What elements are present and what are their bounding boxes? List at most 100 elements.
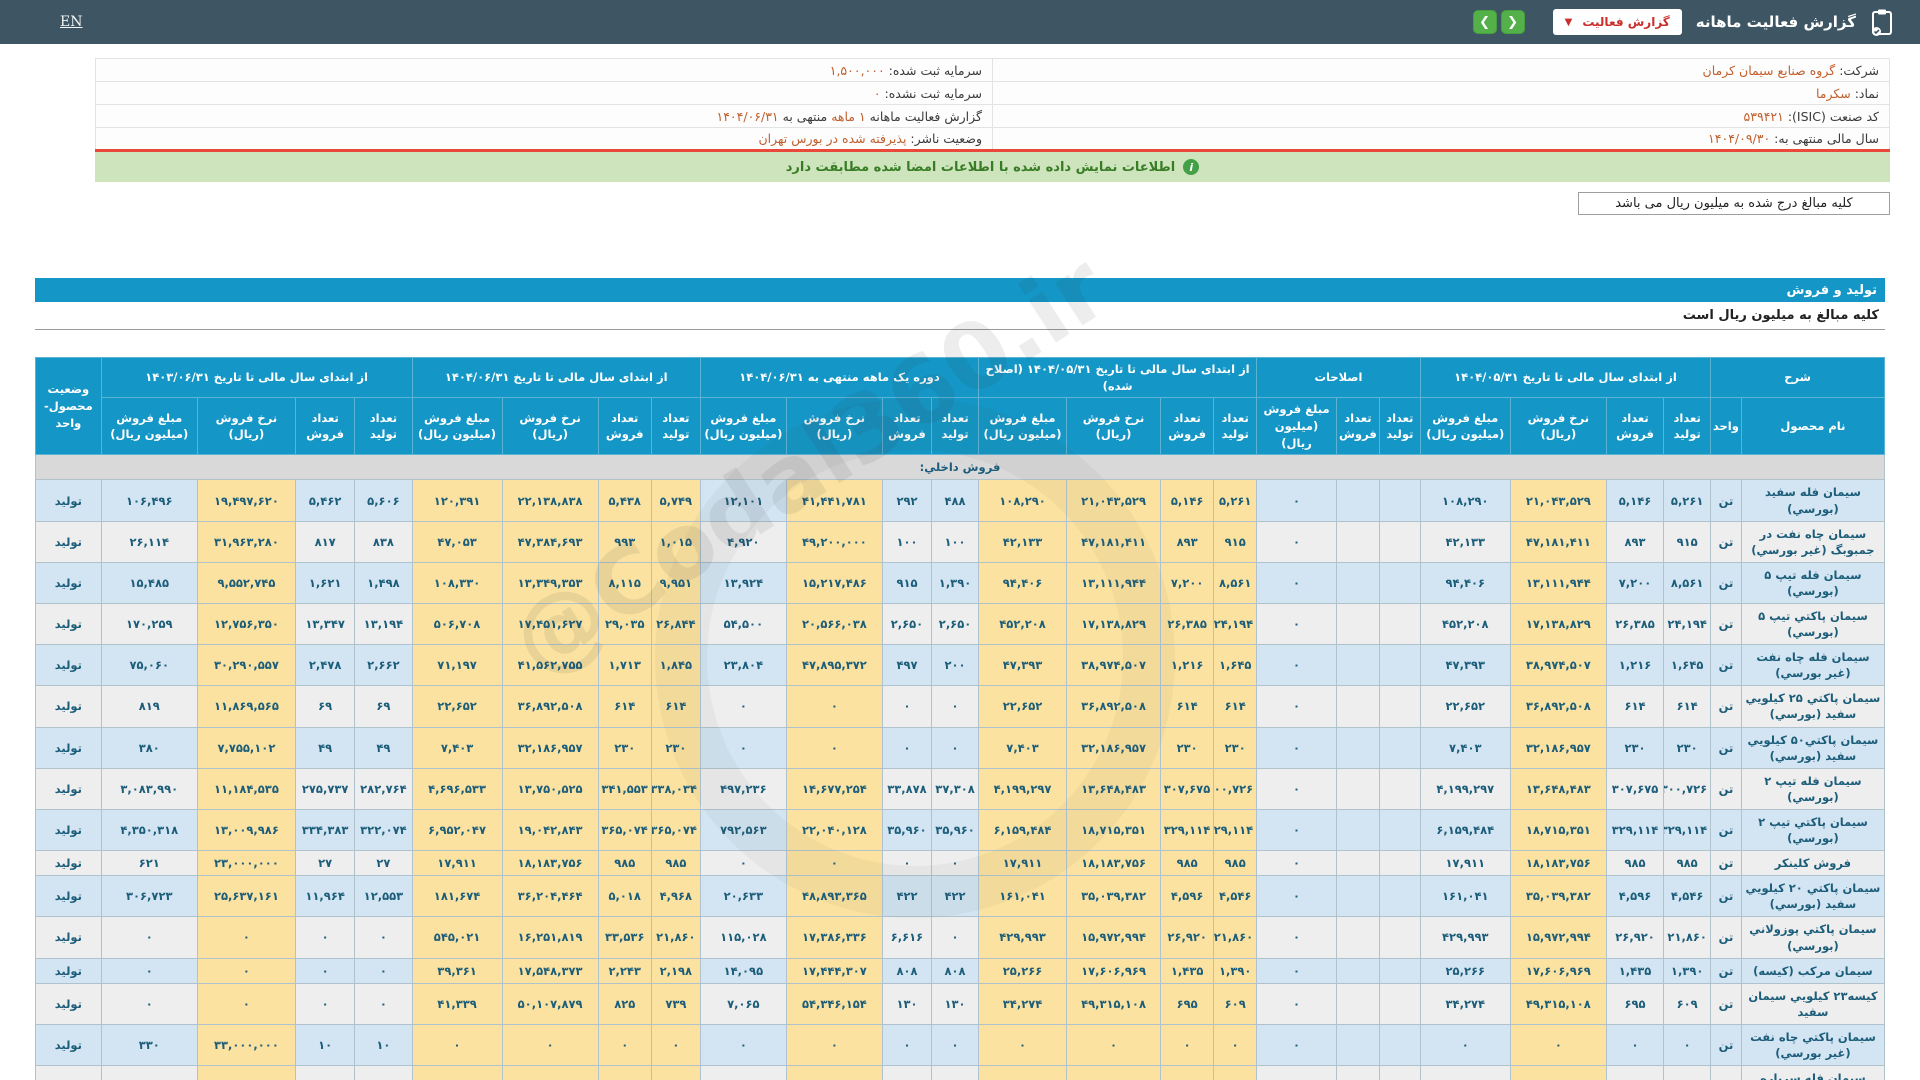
cell-b-1 — [1335, 644, 1380, 687]
cell-d-1: ۹۱۵ — [881, 561, 933, 605]
cell-f-1: ۲۷۵,۷۳۷ — [294, 767, 356, 810]
cell-a-1: ۶۹۵ — [1605, 982, 1665, 1025]
group-header-ytd-0631: از ابتدای سال مالی تا تاریخ ۱۴۰۴/۰۶/۳۱ — [411, 356, 701, 399]
product-name-cell: کیسه۲۳ کیلویي سیمان سفید — [1740, 982, 1886, 1025]
unit-cell: تن — [1710, 1065, 1742, 1080]
cell-c-3: ۴۵۲,۲۰۸ — [978, 603, 1067, 646]
cell-d-0: ۳۵,۹۶۰ — [931, 808, 980, 852]
cell-d-3: ۱۳,۹۲۴ — [699, 561, 787, 605]
cell-c-0: ۲۳۰ — [1213, 726, 1258, 769]
cell-f-3: ۳۳۰ — [100, 1023, 198, 1067]
unregistered-capital-cell: سرمایه ثبت نشده: ۰ — [95, 81, 993, 105]
cell-d-0: ۴۲۲ — [931, 875, 980, 918]
cell-d-3: ۲۰,۶۳۳ — [699, 875, 787, 918]
fiscal-year-cell: سال مالی منتهی به: ۱۴۰۴/۰۹/۳۰ — [992, 127, 1890, 151]
cell-e-0: ۶۱۴ — [650, 685, 701, 728]
unit-cell: تن — [1710, 685, 1742, 728]
column-header-product-name: نام محصول — [1740, 397, 1886, 456]
cell-f-3: ۰ — [100, 982, 198, 1025]
products-table-body: فروش داخلي: سیمان فله سفید (بورسي) تن ۵,۲۶۱… — [35, 454, 1886, 1080]
table-row: سیمان پاکتي تیپ ۲ (بورسي) تن ۳۲۹,۱۱۴ ۳۲۹,۱۱… — [35, 808, 1886, 852]
cell-d-2: ۰ — [785, 726, 883, 769]
cell-a-3: ۰ — [1419, 1023, 1511, 1067]
table-row: سیمان فله سفید (بورسي) تن ۵,۲۶۱ ۵,۱۴۶ ۲۱,۰۴۳… — [35, 479, 1886, 522]
column-header-sales-qty: تعداد فروش — [1160, 397, 1215, 456]
chevron-down-icon: ▼ — [1564, 16, 1573, 28]
status-cell: تولید — [35, 850, 102, 877]
report-type-dropdown[interactable]: گزارش فعالیت ▼ — [1552, 9, 1682, 35]
cell-c-3: ۹۴,۴۰۶ — [978, 561, 1067, 605]
cell-a-2: ۱۵,۹۷۲,۹۹۴ — [1509, 916, 1607, 959]
column-header-sales-rate: نرخ فروش (ریال) — [1509, 397, 1607, 456]
table-row: سیمان پاکتي پوزولاني (بورسي) تن ۲۱,۸۶۰ ۲۶,۹… — [35, 916, 1886, 959]
cell-c-1: ۳۰۷,۶۷۵ — [1160, 767, 1215, 810]
symbol-label: نماد: — [1854, 85, 1879, 101]
cell-e-3: ۷,۴۰۳ — [411, 726, 503, 769]
cell-c-1: ۳۶۲ — [1160, 1065, 1215, 1080]
cell-a-1: ۳۶۲ — [1605, 1065, 1665, 1080]
report-period-prefix: گزارش فعالیت ماهانه — [869, 108, 982, 124]
column-header-production-qty: تعداد تولید — [1213, 397, 1258, 456]
cell-e-3: ۱۸۱,۶۷۴ — [411, 875, 503, 918]
cell-e-1: ۸,۱۱۵ — [597, 561, 652, 605]
cell-a-3: ۲۲,۶۵۲ — [1419, 685, 1511, 728]
cell-c-0: ۹۱۵ — [1213, 520, 1258, 563]
cell-d-2: ۴۸,۸۹۳,۳۶۵ — [785, 875, 883, 918]
cell-c-3: ۱۶۱,۰۴۱ — [978, 875, 1067, 918]
cell-d-0: ۸,۲۴۰ — [931, 1065, 980, 1080]
status-cell: تولید — [35, 982, 102, 1025]
table-row: سیمان فله سرباره بورسيتن۶,۵۷۵۳۶۲۱۴,۲۵۶,۹… — [35, 1065, 1886, 1080]
nav-next-button[interactable]: ❯ — [1472, 10, 1497, 34]
cell-b-1 — [1335, 561, 1380, 605]
cell-b-2: ۰ — [1256, 767, 1337, 810]
language-toggle-en[interactable]: EN — [60, 14, 82, 30]
cell-d-3: ۰ — [699, 726, 787, 769]
cell-a-3: ۴۵۲,۲۰۸ — [1419, 603, 1511, 646]
cell-c-1: ۸۹۳ — [1160, 520, 1215, 563]
column-header-sales-rate: نرخ فروش (ریال) — [785, 397, 883, 456]
column-header-sales-amount: مبلغ فروش (میلیون ریال) — [699, 397, 787, 456]
cell-f-1: ۱,۶۲۱ — [294, 561, 356, 605]
cell-c-3: ۳۴,۲۷۴ — [978, 982, 1067, 1025]
cell-b-0 — [1378, 767, 1421, 810]
cell-e-2: ۱۳,۳۴۹,۳۵۳ — [501, 561, 599, 605]
cell-b-1 — [1335, 685, 1380, 728]
registered-capital-value: ۱,۵۰۰,۰۰۰ — [829, 62, 885, 78]
column-header-sales-qty: تعداد فروش — [294, 397, 356, 456]
cell-f-0: ۰ — [354, 957, 413, 984]
status-cell: تولید — [35, 957, 102, 984]
cell-b-2: ۰ — [1256, 875, 1337, 918]
cell-b-0 — [1378, 726, 1421, 769]
cell-e-2: ۱۷,۴۵۱,۶۲۷ — [501, 603, 599, 646]
product-name-cell: سیمان پاکتي پوزولاني (بورسي) — [1740, 916, 1886, 959]
cell-c-1: ۲۳۰ — [1160, 726, 1215, 769]
cell-d-3: ۴۹۷,۲۳۶ — [699, 767, 787, 810]
cell-c-2: ۳۶,۸۹۲,۵۰۸ — [1065, 685, 1162, 728]
cell-c-2: ۱۷,۱۳۸,۸۲۹ — [1065, 603, 1162, 646]
cell-e-2: ۱۶,۲۵۱,۸۱۹ — [501, 916, 599, 959]
cell-c-2: ۲۱,۰۴۳,۵۲۹ — [1065, 479, 1162, 522]
cell-e-3: ۱۷,۹۱۱ — [411, 850, 503, 877]
cell-f-2: ۲۳,۰۰۰,۰۰۰ — [196, 850, 296, 877]
cell-e-2: ۵۰,۱۰۷,۸۷۹ — [501, 982, 599, 1025]
nav-previous-button[interactable]: ❮ — [1500, 10, 1525, 34]
unit-cell: تن — [1710, 726, 1742, 769]
cell-d-3: ۲۳,۸۰۴ — [699, 644, 787, 687]
cell-d-2: ۴۱,۴۴۱,۷۸۱ — [785, 479, 883, 522]
cell-b-2: ۰ — [1256, 957, 1337, 984]
cell-c-3: ۵,۱۶۱ — [978, 1065, 1067, 1080]
unit-cell: تن — [1710, 479, 1742, 522]
cell-a-1: ۴,۵۹۶ — [1605, 875, 1665, 918]
product-name-cell: سیمان فله سرباره بورسي — [1740, 1065, 1886, 1080]
cell-a-3: ۷,۴۰۳ — [1419, 726, 1511, 769]
unregistered-capital-label: سرمایه ثبت نشده: — [884, 85, 982, 101]
cell-a-3: ۳۴,۲۷۴ — [1419, 982, 1511, 1025]
section-row: فروش داخلي: — [35, 454, 1885, 481]
cell-b-1 — [1335, 875, 1380, 918]
group-header-sharh: شرح — [1710, 356, 1885, 399]
cell-c-3: ۴۷,۳۹۳ — [978, 644, 1067, 687]
production-sales-table: شرح از ابتدای سال مالی تا تاریخ ۱۴۰۴/۰۵/… — [35, 356, 1886, 1080]
cell-a-0: ۶,۵۷۵ — [1663, 1065, 1712, 1080]
cell-c-3: ۲۵,۲۶۶ — [978, 957, 1067, 984]
column-header-unit: واحد — [1710, 397, 1742, 456]
